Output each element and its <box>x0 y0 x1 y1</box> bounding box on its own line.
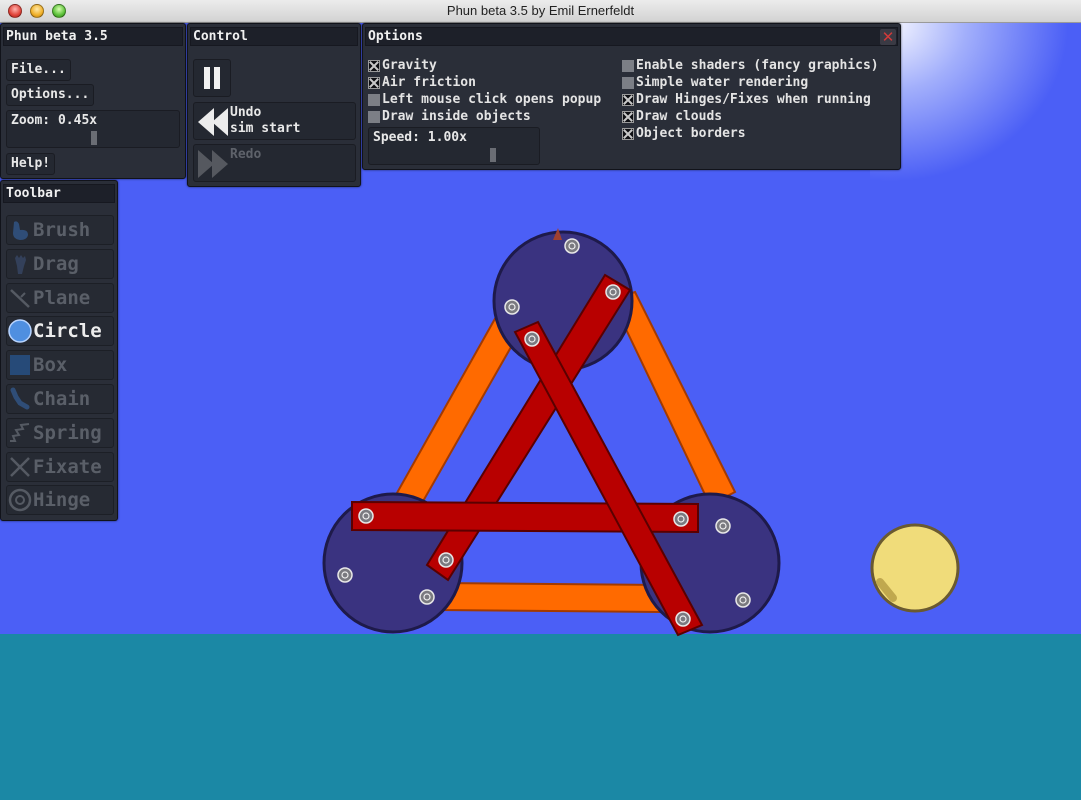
tool-hinge[interactable]: Hinge <box>6 485 114 516</box>
option-label: Draw Hinges/Fixes when running <box>636 92 871 107</box>
option-draw-hinges-fixes-when-running[interactable]: Draw Hinges/Fixes when running <box>622 91 871 108</box>
tool-label: Drag <box>33 252 79 275</box>
option-label: Draw clouds <box>636 109 723 124</box>
checkbox[interactable] <box>368 93 380 106</box>
tool-brush[interactable]: Brush <box>6 215 114 245</box>
hinge-pin[interactable] <box>564 238 580 254</box>
checkbox[interactable] <box>622 127 634 140</box>
option-label: Air friction <box>382 75 476 90</box>
options-panel: Options ✕ Gravity Air friction Left mouse … <box>362 23 901 170</box>
orange-bar-bottom[interactable] <box>439 581 661 614</box>
fixate-icon <box>7 454 33 480</box>
control-panel-title: Control <box>190 27 358 46</box>
option-label: Simple water rendering <box>636 75 809 90</box>
wheels[interactable] <box>322 228 781 634</box>
checkbox[interactable] <box>622 59 634 72</box>
help-button[interactable]: Help! <box>6 153 56 175</box>
hinge-pin[interactable] <box>715 518 731 534</box>
circle-icon <box>7 318 33 344</box>
speed-slider[interactable]: Speed: 1.00x <box>368 127 540 165</box>
tool-spring[interactable]: Spring <box>6 417 114 448</box>
pause-button[interactable] <box>193 59 231 97</box>
hinge-pin[interactable] <box>337 567 353 583</box>
brush-icon <box>7 217 33 243</box>
option-left-mouse-click-opens-popup[interactable]: Left mouse click opens popup <box>368 91 601 108</box>
checkbox[interactable] <box>622 110 634 123</box>
redo-label: Redo <box>230 147 262 162</box>
tool-label: Chain <box>33 388 91 410</box>
plane-icon <box>7 285 33 311</box>
zoom-label: Zoom: 0.45x <box>11 113 98 128</box>
checkbox[interactable] <box>622 93 634 106</box>
tool-box[interactable]: Box <box>6 350 114 381</box>
file-button[interactable]: File... <box>6 59 71 81</box>
tool-label: Hinge <box>33 489 91 512</box>
checkbox[interactable] <box>368 76 380 89</box>
hinge-pin[interactable] <box>504 299 520 315</box>
undo-label-line1: Undo <box>230 105 262 120</box>
undo-label-line2: sim start <box>230 121 301 136</box>
option-object-borders[interactable]: Object borders <box>622 125 746 142</box>
option-draw-inside-objects[interactable]: Draw inside objects <box>368 108 531 125</box>
yellow-ball[interactable] <box>870 523 960 613</box>
rewind-icon <box>198 108 228 136</box>
drag-hand-icon <box>7 251 33 277</box>
window-titlebar: Phun beta 3.5 by Emil Ernerfeldt <box>0 0 1081 23</box>
orange-bar-right[interactable] <box>610 290 737 507</box>
hinge-pin[interactable] <box>675 611 691 627</box>
zoom-slider-thumb[interactable] <box>91 131 97 145</box>
hinge-pin[interactable] <box>358 508 374 524</box>
speed-slider-thumb[interactable] <box>490 148 496 162</box>
tool-label: Brush <box>33 219 91 241</box>
checkbox[interactable] <box>368 110 380 123</box>
chain-icon <box>7 386 33 412</box>
checkbox[interactable] <box>622 76 634 89</box>
undo-button[interactable]: Undo sim start <box>193 102 356 140</box>
zoom-slider[interactable]: Zoom: 0.45x <box>6 110 180 148</box>
option-label: Left mouse click opens popup <box>382 92 602 107</box>
options-panel-title: Options <box>365 27 898 46</box>
tool-chain[interactable]: Chain <box>6 384 114 414</box>
hinge-pin[interactable] <box>419 589 435 605</box>
option-gravity[interactable]: Gravity <box>368 57 437 74</box>
pause-icon <box>204 67 220 89</box>
tool-label: Box <box>33 354 68 377</box>
checkbox[interactable] <box>368 59 380 72</box>
tool-label: Spring <box>33 421 102 444</box>
speed-label: Speed: 1.00x <box>373 130 467 145</box>
option-air-friction[interactable]: Air friction <box>368 74 476 91</box>
control-panel: Control Undo sim start Redo <box>187 23 361 187</box>
box-icon <box>7 352 33 378</box>
options-button[interactable]: Options... <box>6 84 95 106</box>
fast-forward-icon <box>198 150 228 178</box>
hinge-pin[interactable] <box>605 284 621 300</box>
option-draw-clouds[interactable]: Draw clouds <box>622 108 722 125</box>
option-label: Object borders <box>636 126 746 141</box>
tool-circle[interactable]: Circle <box>6 316 114 347</box>
option-label: Gravity <box>382 58 437 73</box>
close-options-icon[interactable]: ✕ <box>880 29 896 45</box>
hinge-pin[interactable] <box>524 331 540 347</box>
window-title: Phun beta 3.5 by Emil Ernerfeldt <box>446 3 635 18</box>
tool-label: Circle <box>33 320 102 343</box>
option-label: Draw inside objects <box>382 109 531 124</box>
redo-button[interactable]: Redo <box>193 144 356 182</box>
tool-label: Plane <box>33 286 91 309</box>
spring-icon <box>7 420 33 446</box>
main-panel-title: Phun beta 3.5 <box>3 27 183 46</box>
tool-fixate[interactable]: Fixate <box>6 451 114 482</box>
tool-plane[interactable]: Plane <box>6 282 114 313</box>
option-simple-water-rendering[interactable]: Simple water rendering <box>622 74 808 91</box>
option-enable-shaders-fancy-graphics[interactable]: Enable shaders (fancy graphics) <box>622 57 879 74</box>
toolbar-panel: Toolbar Brush Drag Plane Circle Box Chain Spri… <box>0 180 118 521</box>
option-label: Enable shaders (fancy graphics) <box>636 58 879 73</box>
hinge-icon <box>7 487 33 513</box>
hinge-pin[interactable] <box>438 552 454 568</box>
main-panel: Phun beta 3.5 File... Options... Zoom: 0… <box>0 23 186 179</box>
toolbar-panel-title: Toolbar <box>3 184 115 203</box>
hinge-pin[interactable] <box>673 511 689 527</box>
tool-label: Fixate <box>33 455 102 478</box>
tool-drag[interactable]: Drag <box>6 248 114 279</box>
hinge-pin[interactable] <box>735 592 751 608</box>
